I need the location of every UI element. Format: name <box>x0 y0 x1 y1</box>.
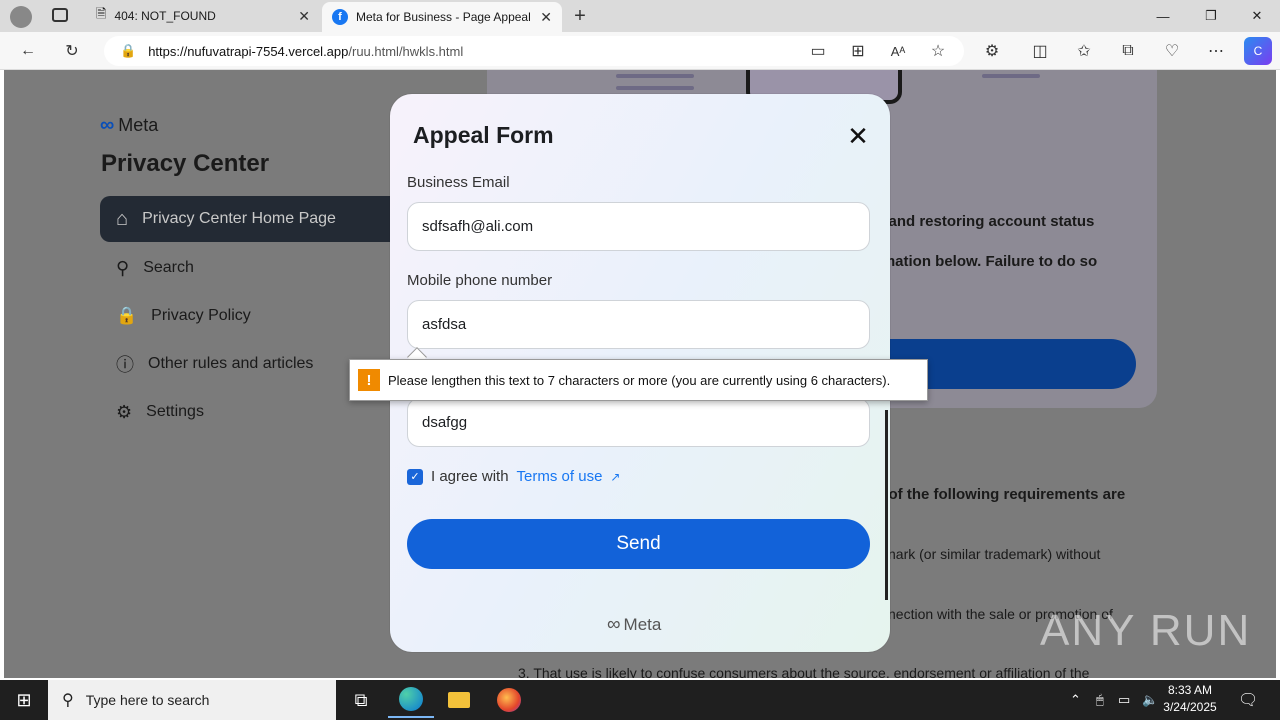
wifi-icon[interactable]: ▭ <box>1118 682 1130 718</box>
favorite-star-icon[interactable]: ☆ <box>924 37 952 65</box>
new-tab-button[interactable]: + <box>568 4 592 28</box>
facebook-icon: f <box>332 9 348 25</box>
sidebar-item-privacy-policy[interactable]: 🔒 Privacy Policy <box>100 293 400 339</box>
validation-tooltip: ! Please lengthen this text to 7 charact… <box>349 359 928 401</box>
network-icon[interactable]: 🖱 <box>1096 682 1104 718</box>
edge-icon[interactable] <box>388 682 434 718</box>
meta-logo-text: Meta <box>118 115 159 135</box>
folder-shape <box>448 692 470 708</box>
modal-footer-logo: ∞ Meta <box>607 614 661 636</box>
search-icon: ⚲ <box>62 692 74 709</box>
modal-scrollbar[interactable] <box>885 410 888 600</box>
restore-button[interactable]: ❐ <box>1188 0 1234 32</box>
split-screen-icon[interactable]: ◫ <box>1026 37 1054 65</box>
warning-icon: ! <box>358 369 380 391</box>
close-icon[interactable]: ✕ <box>298 8 310 25</box>
extensions-icon[interactable]: ⚙ <box>978 37 1006 65</box>
notice-text-1: s and restoring account status <box>876 213 1095 230</box>
taskbar-clock[interactable]: 8:33 AM 3/24/2025 <box>1158 682 1222 716</box>
meta-infinity-icon: ∞ <box>607 614 621 635</box>
refresh-button[interactable]: ↻ <box>58 37 86 65</box>
agree-checkbox[interactable]: ✓ <box>407 468 423 485</box>
requirements-heading: e of the following requirements are <box>876 486 1126 503</box>
agree-row: ✓ I agree with Terms of use ↗ <box>407 468 620 485</box>
more-menu-icon[interactable]: ⋯ <box>1202 37 1230 65</box>
home-icon: ⌂ <box>116 207 129 230</box>
tab-label: Meta for Business - Page Appeal <box>356 10 531 24</box>
url-field[interactable]: 🔒 https://nufuvatrapi-7554.vercel.app/ru… <box>104 36 964 66</box>
requirement-text-1: nark (or similar trademark) without <box>888 546 1101 562</box>
taskbar-search[interactable]: ⚲ Type here to search <box>48 680 336 720</box>
illustration-line <box>982 74 1040 78</box>
tab-meta-appeal[interactable]: f Meta for Business - Page Appeal ✕ <box>322 2 562 32</box>
copilot-icon[interactable]: C <box>1244 37 1272 65</box>
volume-icon[interactable]: 🔈 <box>1142 682 1158 718</box>
collections-icon[interactable]: ⧉ <box>1114 37 1142 65</box>
file-explorer-icon[interactable] <box>436 682 482 718</box>
modal-title: Appeal Form <box>413 122 554 148</box>
minimize-button[interactable]: — <box>1140 0 1186 32</box>
profile-avatar[interactable] <box>10 6 32 28</box>
read-aloud-icon[interactable]: Aᴬ <box>884 37 912 65</box>
sidebar-item-label: Other rules and articles <box>148 355 314 372</box>
lock-icon: 🔒 <box>120 43 137 58</box>
tab-404[interactable]: 🗎 404: NOT_FOUND ✕ <box>86 0 320 32</box>
tab-label: 404: NOT_FOUND <box>114 9 216 23</box>
close-icon[interactable]: ✕ <box>540 9 552 26</box>
clock-date: 3/24/2025 <box>1163 700 1217 714</box>
performance-icon[interactable]: ♡ <box>1158 37 1186 65</box>
illustration-line <box>616 74 694 78</box>
sidebar-item-label: Privacy Policy <box>151 307 251 324</box>
device-icon[interactable]: ▭ <box>804 37 832 65</box>
firefox-icon[interactable] <box>486 682 532 718</box>
sidebar-item-label: Privacy Center Home Page <box>142 210 336 227</box>
notification-icon[interactable]: 🗨 <box>1238 682 1258 718</box>
modal-footer-logo-text: Meta <box>623 615 662 634</box>
clock-time: 8:33 AM <box>1167 683 1213 697</box>
meta-logo: ∞ Meta <box>100 114 158 137</box>
page-icon: 🗎 <box>96 6 107 21</box>
windows-start-icon[interactable]: ⊞ <box>0 680 48 720</box>
anyrun-watermark: ANY RUN <box>1040 606 1252 655</box>
email-label: Business Email <box>407 174 510 191</box>
close-icon[interactable]: ✕ <box>846 123 870 149</box>
sidebar-item-label: Settings <box>146 403 204 420</box>
search-icon: ⚲ <box>116 257 130 278</box>
app-available-icon[interactable]: ⊞ <box>844 37 872 65</box>
send-button[interactable]: Send <box>407 519 870 569</box>
notice-text-2: rmation below. Failure to do so <box>876 253 1098 270</box>
tab-actions-icon[interactable] <box>52 8 68 22</box>
external-link-icon: ↗ <box>610 469 621 484</box>
tray-chevron-icon[interactable]: ⌃ <box>1070 682 1081 718</box>
tooltip-message: Please lengthen this text to 7 character… <box>388 372 891 388</box>
lock-icon: 🔒 <box>116 306 138 325</box>
url-host: https://nufuvatrapi-7554.vercel.app <box>148 43 349 59</box>
info-icon: ⓘ <box>116 355 134 375</box>
illustration-line <box>616 86 694 90</box>
meta-infinity-icon: ∞ <box>100 114 115 136</box>
task-view-icon[interactable]: ⧉ <box>338 682 384 718</box>
sidebar-item-label: Search <box>143 259 194 276</box>
terms-link[interactable]: Terms of use <box>517 468 603 485</box>
sidebar-title: Privacy Center <box>101 150 270 177</box>
sidebar-item-home[interactable]: ⌂ Privacy Center Home Page <box>100 196 400 242</box>
requirement-text-3: 3. That use is likely to confuse consume… <box>518 665 1090 678</box>
agree-text: I agree with <box>431 468 509 485</box>
email-field[interactable]: sdfsafh@ali.com <box>407 202 870 251</box>
firefox-logo <box>497 688 521 712</box>
back-button[interactable]: ← <box>14 37 42 65</box>
favorites-icon[interactable]: ✩ <box>1070 37 1098 65</box>
gear-icon: ⚙ <box>116 401 133 422</box>
sidebar-item-search[interactable]: ⚲ Search <box>100 245 400 291</box>
phone-field[interactable]: asfdsa <box>407 300 870 349</box>
phone-label: Mobile phone number <box>407 272 553 289</box>
window-close-button[interactable]: ✕ <box>1234 0 1280 32</box>
url-path: /ruu.html/hwkls.html <box>348 43 464 59</box>
edge-logo <box>399 687 423 711</box>
third-field[interactable]: dsafgg <box>407 398 870 447</box>
taskbar-search-placeholder: Type here to search <box>85 692 210 708</box>
